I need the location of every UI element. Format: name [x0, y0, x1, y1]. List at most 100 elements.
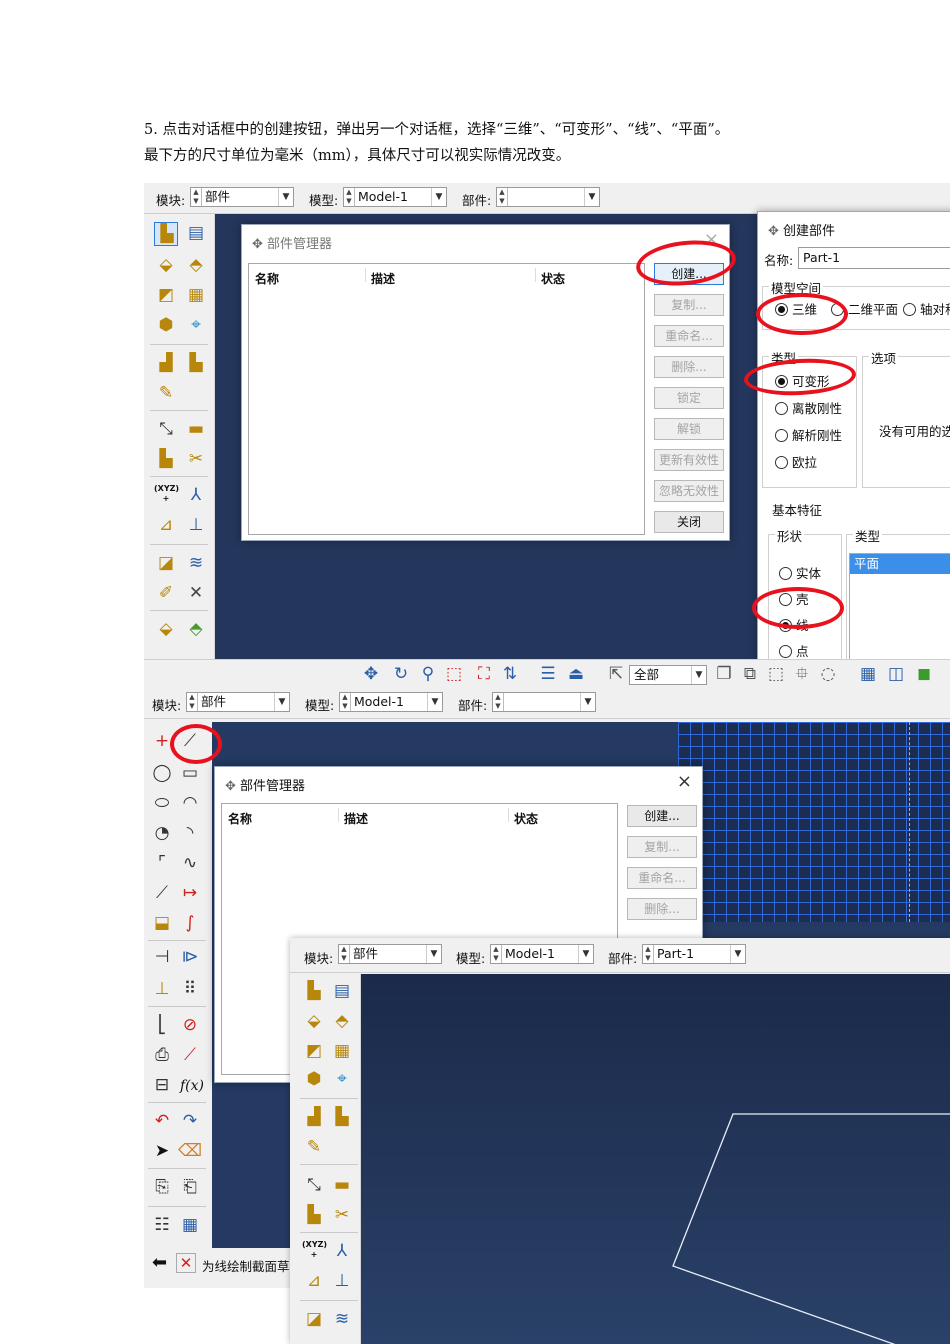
copy-button[interactable]: 复制... — [627, 836, 697, 858]
mirror-icon[interactable]: ⧐ — [178, 946, 202, 968]
solid-icon[interactable]: ⬢ — [154, 314, 178, 338]
datum-plane-icon[interactable]: ⊿ — [154, 514, 178, 538]
datum-icon[interactable]: ⌖ — [330, 1068, 354, 1090]
chevron-down-icon[interactable]: ▼ — [426, 945, 441, 963]
chamfer-icon[interactable]: ▙ — [184, 352, 208, 376]
radio-discrete-rigid[interactable]: 离散刚性 — [775, 398, 842, 417]
shaded-icon[interactable]: ◼ — [912, 663, 936, 685]
chevron-down-icon[interactable]: ▼ — [431, 188, 446, 206]
round-icon[interactable]: ▟ — [154, 352, 178, 376]
fillet-icon[interactable]: ⌜ — [150, 852, 174, 874]
pointer-icon[interactable]: ➤ — [150, 1140, 174, 1162]
kind-list[interactable]: 平面 — [849, 553, 950, 665]
function-icon[interactable]: f(x) — [180, 1078, 204, 1094]
repair-icon[interactable]: ◪ — [302, 1308, 326, 1330]
box-select-icon[interactable]: ⬚ — [764, 663, 788, 685]
kind-item-planar[interactable]: 平面 — [850, 554, 950, 574]
create-part-icon[interactable]: ▙ — [302, 980, 326, 1002]
module-combo[interactable]: ▲ ▼ 部件 ▼ — [338, 944, 442, 964]
extrude-icon[interactable]: ⬙ — [154, 254, 178, 278]
chevron-down-icon[interactable]: ▼ — [730, 945, 745, 963]
chevron-down-icon[interactable]: ▼ — [427, 693, 442, 711]
perspective-icon[interactable]: ⏏ — [564, 663, 588, 685]
construction-line-icon[interactable]: ⟋ — [150, 882, 174, 904]
mesh-icon[interactable]: ≋ — [330, 1308, 354, 1330]
part-list[interactable]: 名称 描述 状态 — [248, 263, 645, 535]
instance-icon[interactable]: ⬙ — [154, 618, 178, 642]
viewport[interactable] — [361, 974, 950, 1344]
chevron-down-icon[interactable]: ▼ — [584, 188, 599, 206]
rename-button[interactable]: 重命名... — [654, 325, 724, 347]
partition-icon[interactable]: ▬ — [330, 1174, 354, 1196]
revolve-icon[interactable]: ⬘ — [330, 1010, 354, 1032]
column-header-description[interactable]: 描述 — [371, 270, 395, 287]
fit-view-icon[interactable]: ⛶ — [472, 663, 496, 685]
trim-icon[interactable]: ⟋ — [178, 1044, 202, 1066]
copy-view-icon[interactable]: ❐ — [712, 663, 736, 685]
edit-dimension-icon[interactable]: ⊥ — [150, 978, 174, 1000]
selection-filter-combo[interactable]: 全部 ▼ — [629, 665, 707, 685]
parameter-icon[interactable]: ⊟ — [150, 1074, 174, 1096]
datum-csys-icon[interactable]: ⊥ — [330, 1270, 354, 1292]
wire-icon[interactable]: ◩ — [302, 1040, 326, 1062]
delete-button[interactable]: 删除... — [627, 898, 697, 920]
spin-icon[interactable]: ▲ ▼ — [491, 945, 502, 963]
spin-icon[interactable]: ▲ ▼ — [344, 188, 355, 206]
translate-icon[interactable]: ⎣ — [150, 1014, 174, 1036]
csys-icon[interactable]: (XYZ) + — [154, 484, 179, 508]
hidden-line-icon[interactable]: ◫ — [884, 663, 908, 685]
undo-icon[interactable]: ↶ — [150, 1110, 174, 1132]
chevron-down-icon[interactable]: ▼ — [578, 945, 593, 963]
lock-button[interactable]: 锁定 — [654, 387, 724, 409]
name-input[interactable]: Part-1 — [798, 247, 950, 269]
model-combo[interactable]: ▲ ▼ Model-1 ▼ — [490, 944, 594, 964]
extrude-icon[interactable]: ⬙ — [302, 1010, 326, 1032]
part-combo[interactable]: ▲ ▼ ▼ — [496, 187, 600, 207]
arc-icon[interactable]: ◠ — [178, 792, 202, 814]
constraint-icon[interactable]: ⊣ — [150, 946, 174, 968]
ignore-invalidity-button[interactable]: 忽略无效性 — [654, 480, 724, 502]
cancel-icon[interactable]: ✕ — [176, 1253, 196, 1273]
ladder-icon[interactable]: ☰ — [536, 663, 560, 685]
add-sketch-icon[interactable]: ⎗ — [178, 1176, 202, 1198]
save-sketch-icon[interactable]: ⎘ — [150, 1176, 174, 1198]
revolve-icon[interactable]: ⬘ — [184, 254, 208, 278]
rotate-sketch-icon[interactable]: ⊘ — [178, 1014, 202, 1036]
grid-icon[interactable]: ▦ — [178, 1214, 202, 1236]
create-button[interactable]: 创建... — [627, 805, 697, 827]
column-header-name[interactable]: 名称 — [255, 270, 279, 287]
merge-icon[interactable]: ▙ — [302, 1204, 326, 1226]
part-combo[interactable]: ▲ ▼ ▼ — [492, 692, 596, 712]
project-edges-icon[interactable]: ∫ — [178, 912, 202, 934]
column-header-status[interactable]: 状态 — [514, 810, 538, 827]
create-part-icon[interactable]: ▙ — [154, 222, 178, 246]
rectangle-icon[interactable]: ▭ — [178, 762, 202, 784]
close-button[interactable]: 关闭 — [654, 511, 724, 533]
datum-plane-icon[interactable]: ⊿ — [302, 1270, 326, 1292]
offset-icon[interactable]: ⬓ — [150, 912, 174, 934]
delete-button[interactable]: 删除... — [654, 356, 724, 378]
edit-feature-icon[interactable]: ✎ — [154, 382, 178, 406]
axis-icon[interactable]: ⅄ — [184, 484, 208, 508]
edit-feature-icon[interactable]: ✎ — [302, 1136, 326, 1158]
datum-icon[interactable]: ⌖ — [184, 314, 208, 338]
radio-solid[interactable]: 实体 — [779, 563, 821, 582]
radio-eulerian[interactable]: 欧拉 — [775, 452, 817, 471]
rotate-icon[interactable]: ↻ — [389, 663, 413, 685]
merge-icon[interactable]: ▙ — [154, 448, 178, 472]
box-zoom-icon[interactable]: ⬚ — [442, 663, 466, 685]
spin-icon[interactable]: ▲ ▼ — [340, 693, 351, 711]
back-arrow-icon[interactable]: ⬅ — [152, 1252, 167, 1273]
cycle-icon[interactable]: ⇅ — [498, 663, 522, 685]
arc-center-icon[interactable]: ◔ — [150, 822, 174, 844]
chevron-down-icon[interactable]: ▼ — [580, 693, 595, 711]
spline-icon[interactable]: ∿ — [178, 852, 202, 874]
drag-select-icon[interactable]: ⯐ — [790, 663, 814, 685]
ellipse-icon[interactable]: ⬭ — [150, 792, 174, 814]
repair-icon[interactable]: ◪ — [154, 552, 178, 576]
query-icon[interactable]: ⤡ — [154, 418, 178, 442]
split-icon[interactable]: ✂ — [184, 448, 208, 472]
chamfer-icon[interactable]: ▙ — [330, 1106, 354, 1128]
edit-icon[interactable]: ✐ — [154, 582, 178, 606]
auto-constrain-icon[interactable]: ⠿ — [178, 978, 202, 1000]
